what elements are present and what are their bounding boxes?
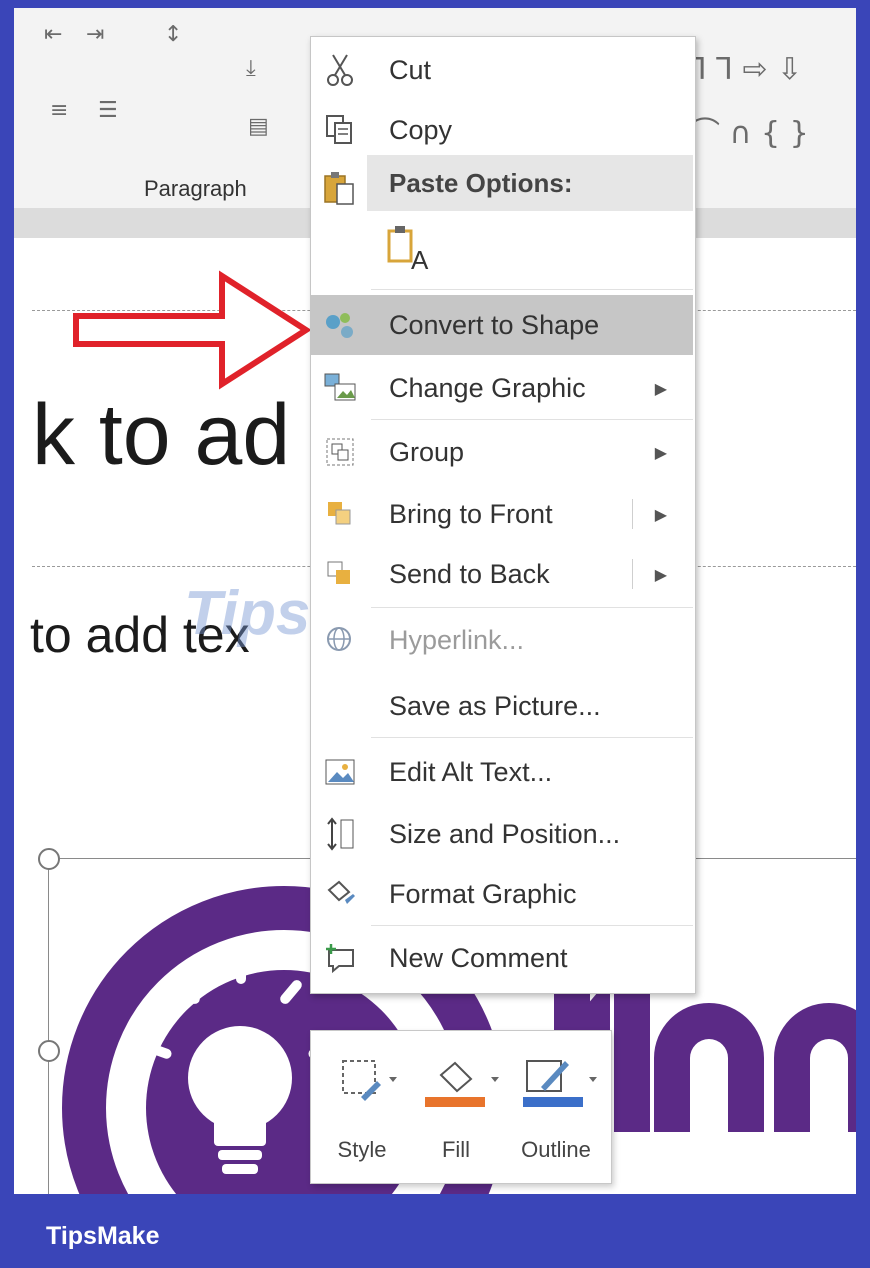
bring-front-icon: [321, 495, 359, 533]
menu-item-label: Change Graphic: [389, 372, 586, 403]
fill-bucket-icon: [425, 1061, 499, 1107]
menu-item-label: Convert to Shape: [389, 309, 600, 340]
split-divider: [632, 559, 633, 589]
paint-bucket-icon: [321, 875, 359, 913]
submenu-arrow-icon[interactable]: ▶: [655, 565, 667, 584]
menu-item-label: Copy: [389, 114, 453, 145]
slide-title-placeholder[interactable]: k to ad: [32, 392, 290, 478]
paste-icon: [321, 169, 359, 207]
copy-icon: [321, 111, 359, 149]
menu-item-cut[interactable]: Cut: [311, 41, 693, 99]
menu-separator: [371, 419, 693, 420]
line-spacing-icon[interactable]: ↕: [164, 22, 182, 47]
decrease-indent-icon[interactable]: ⇤: [44, 22, 62, 47]
paste-options-header: Paste Options:: [367, 155, 693, 211]
shape-gallery-icon[interactable]: ⅂ ⅂ ⇨ ⇩: [690, 52, 802, 87]
menu-separator: [371, 925, 693, 926]
fill-label: Fill: [441, 1137, 471, 1162]
shape-gallery-row2-icon[interactable]: ⌒ ∩ { }: [690, 108, 809, 152]
paragraph-group-label: Paragraph: [144, 176, 247, 201]
menu-item-label: Hyperlink...: [389, 624, 525, 655]
columns-icon[interactable]: ☰: [98, 98, 118, 123]
paste-keep-text-only-button[interactable]: A: [385, 223, 435, 279]
menu-separator: [371, 607, 693, 608]
menu-item-group[interactable]: Group ▶: [311, 423, 693, 481]
menu-item-copy[interactable]: Copy: [311, 101, 693, 159]
comment-icon: [321, 939, 359, 977]
menu-item-change-graphic[interactable]: Change Graphic ▶: [311, 359, 693, 417]
change-graphic-icon: [321, 369, 359, 407]
mini-toolbar: Style Fill Outline: [310, 1030, 612, 1184]
menu-item-label: Bring to Front: [389, 498, 553, 529]
menu-item-label: Send to Back: [389, 558, 550, 589]
menu-item-hyperlink[interactable]: Hyperlink...: [311, 611, 693, 669]
menu-separator: [371, 737, 693, 738]
paste-options-label: Paste Options:: [389, 168, 573, 198]
menu-item-bring-to-front[interactable]: Bring to Front ▶: [311, 485, 693, 543]
smartart-convert-icon[interactable]: ▤: [248, 114, 269, 139]
submenu-arrow-icon[interactable]: ▶: [655, 505, 667, 524]
text-direction-icon[interactable]: ⤓: [246, 56, 256, 81]
menu-item-label: Format Graphic: [389, 878, 577, 909]
outline-pen-icon: [523, 1060, 597, 1107]
powerpoint-window: ⇤ ⇥ ↕ ⤓ ≡ ☰ ▤ Paragraph ⅂ ⅂ ⇨ ⇩ ⌒ ∩ { } …: [14, 8, 856, 1194]
menu-item-save-as-picture[interactable]: Save as Picture...: [311, 677, 693, 735]
red-pointer-arrow-icon: [73, 270, 312, 390]
submenu-arrow-icon: ▶: [654, 442, 667, 462]
style-label: Style: [337, 1137, 387, 1162]
menu-item-label: New Comment: [389, 942, 568, 973]
paste-keep-text-letter: A: [411, 245, 429, 275]
scissors-icon: [321, 51, 359, 89]
menu-separator: [371, 289, 693, 290]
convert-shape-icon: [321, 306, 359, 344]
menu-item-size-and-position[interactable]: Size and Position...: [311, 805, 693, 863]
outline-label: Outline: [521, 1137, 591, 1162]
footer-brand-label: TipsMake: [46, 1222, 160, 1250]
group-icon: [321, 433, 359, 471]
menu-item-new-comment[interactable]: New Comment: [311, 929, 693, 987]
menu-item-convert-to-shape[interactable]: Convert to Shape: [311, 295, 693, 355]
menu-item-label: Save as Picture...: [389, 690, 601, 721]
submenu-arrow-icon: ▶: [654, 378, 667, 398]
align-left-icon[interactable]: ≡: [50, 98, 68, 123]
split-divider: [632, 499, 633, 529]
menu-item-send-to-back[interactable]: Send to Back ▶: [311, 545, 693, 603]
style-button[interactable]: Style: [317, 1049, 407, 1169]
context-menu: Cut Copy Paste Options: A Convert to Sha: [310, 36, 696, 994]
send-back-icon: [321, 555, 359, 593]
fill-button[interactable]: Fill: [411, 1049, 501, 1169]
alt-text-icon: [321, 753, 359, 791]
globe-link-icon: [321, 621, 359, 659]
outline-button[interactable]: Outline: [511, 1049, 601, 1169]
increase-indent-icon[interactable]: ⇥: [86, 22, 104, 47]
menu-item-label: Group: [389, 436, 465, 467]
size-position-icon: [321, 815, 359, 853]
menu-item-format-graphic[interactable]: Format Graphic: [311, 865, 693, 923]
shape-style-icon: [342, 1060, 397, 1101]
menu-item-label: Size and Position...: [389, 818, 621, 849]
menu-item-label: Cut: [389, 54, 432, 85]
menu-item-label: Edit Alt Text...: [389, 756, 553, 787]
menu-item-edit-alt-text[interactable]: Edit Alt Text...: [311, 743, 693, 801]
